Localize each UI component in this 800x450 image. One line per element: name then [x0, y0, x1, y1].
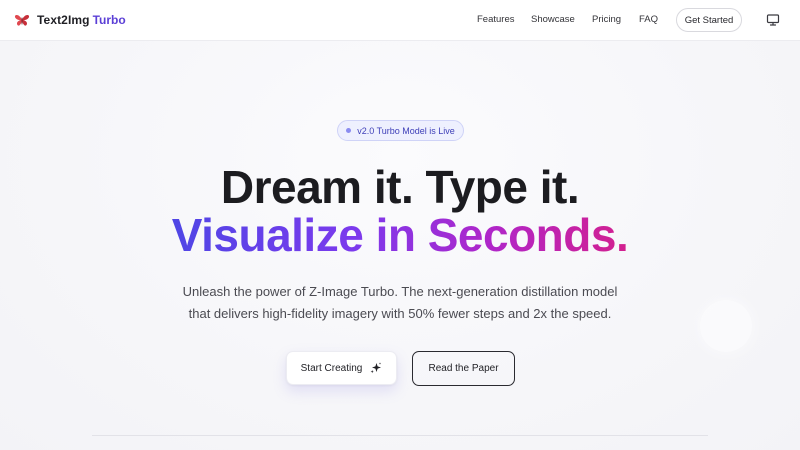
sparkle-icon — [370, 362, 382, 374]
top-navigation-bar: Text2Img Turbo Features Showcase Pricing… — [0, 0, 800, 41]
read-the-paper-button[interactable]: Read the Paper — [412, 351, 515, 386]
nav-link-features[interactable]: Features — [477, 14, 515, 25]
brand-logo-link[interactable]: Text2Img Turbo — [14, 11, 126, 29]
release-badge-label: v2.0 Turbo Model is Live — [357, 125, 455, 136]
nav-link-pricing[interactable]: Pricing — [592, 14, 621, 25]
status-dot-icon — [346, 128, 352, 133]
hero-description: Unleash the power of Z-Image Turbo. The … — [150, 281, 650, 325]
hero-description-line2: that delivers high-fidelity imagery with… — [188, 306, 612, 321]
hero-headline-line1: Dream it. Type it. — [220, 161, 580, 213]
start-creating-label: Start Creating — [300, 362, 363, 374]
section-divider — [92, 435, 708, 436]
hero-description-line1: Unleash the power of Z-Image Turbo. The … — [182, 284, 618, 299]
get-started-button[interactable]: Get Started — [676, 8, 742, 32]
monitor-icon[interactable] — [766, 13, 780, 27]
hero-headline-gradient-text: Visualize in Seconds. — [171, 209, 629, 261]
brand-accent: Turbo — [92, 13, 126, 27]
floating-decoration — [700, 300, 752, 352]
butterfly-icon — [14, 15, 30, 26]
landing-page: Text2Img Turbo Features Showcase Pricing… — [0, 0, 800, 450]
nav-link-showcase[interactable]: Showcase — [531, 14, 575, 25]
hero-headline-line2: Visualize in Seconds. — [0, 208, 800, 262]
nav-link-faq[interactable]: FAQ — [639, 14, 658, 25]
release-badge: v2.0 Turbo Model is Live — [337, 120, 464, 141]
start-creating-button[interactable]: Start Creating — [286, 351, 397, 385]
brand-name: Text2Img — [37, 13, 90, 27]
